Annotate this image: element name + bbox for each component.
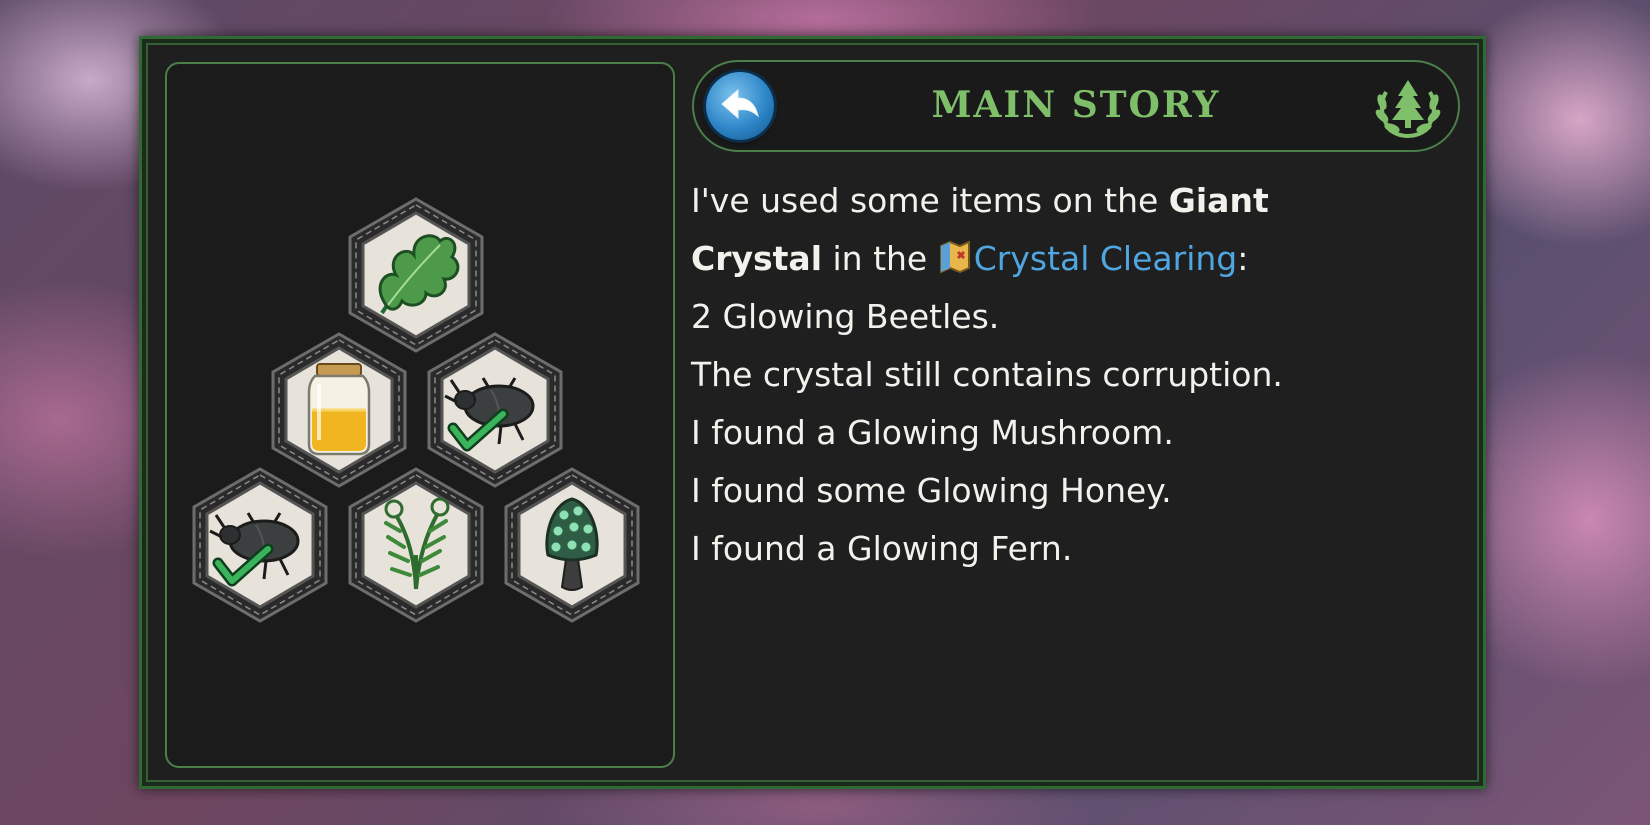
honey-jar-icon xyxy=(307,363,371,456)
story-intro: I've used some items on the Giant Crystal… xyxy=(691,172,1431,288)
intro-bold-crystal: Crystal xyxy=(691,239,823,278)
story-line: I found some Glowing Honey. xyxy=(691,471,1172,510)
story-line: I found a Glowing Mushroom. xyxy=(691,413,1174,452)
intro-pre: I've used some items on the xyxy=(691,181,1169,220)
items-panel xyxy=(165,62,675,768)
map-icon xyxy=(939,240,970,274)
story-line: 2 Glowing Beetles. xyxy=(691,297,1000,336)
intro-bold-giant: Giant xyxy=(1168,181,1269,220)
story-header: MAIN STORY xyxy=(692,60,1460,152)
location-link[interactable]: Crystal Clearing xyxy=(974,239,1237,278)
tree-laurel-icon xyxy=(1375,80,1441,138)
intro-mid: in the xyxy=(822,239,938,278)
story-line: The crystal still contains corruption. xyxy=(691,355,1283,394)
page-title: MAIN STORY xyxy=(931,84,1221,126)
story-line: I found a Glowing Fern. xyxy=(691,529,1073,568)
story-text: I've used some items on the Giant Crystal… xyxy=(691,172,1431,578)
intro-post: : xyxy=(1237,239,1249,278)
